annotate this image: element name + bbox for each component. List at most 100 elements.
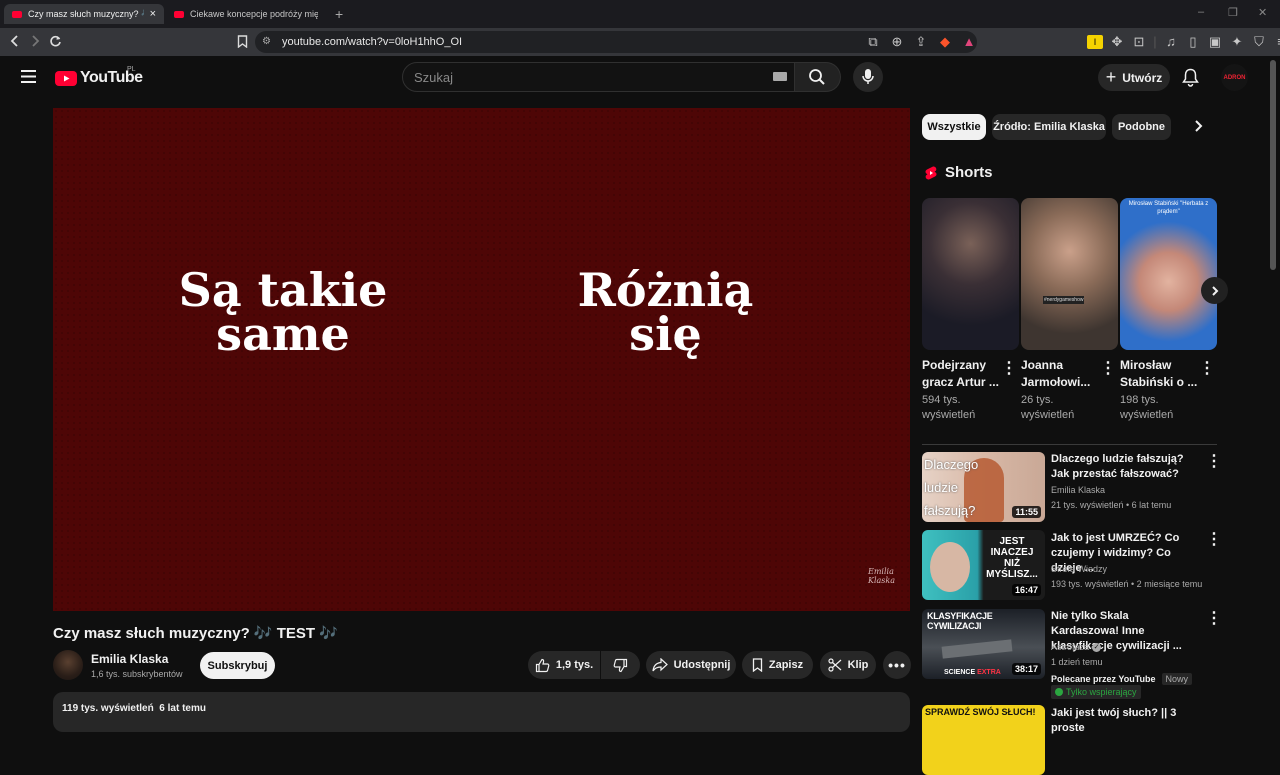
video-more-icon[interactable]: ⋮: [1206, 454, 1222, 470]
media-control-icon[interactable]: ♫: [1163, 35, 1179, 49]
screenshot-icon[interactable]: ⊡: [1131, 35, 1147, 49]
new-tab-button[interactable]: +: [335, 6, 343, 22]
channel-avatar[interactable]: [53, 650, 83, 680]
video-thumbnail[interactable]: SPRAWDŹ SWÓJ SŁUCH!: [922, 705, 1045, 775]
video-title[interactable]: Dlaczego ludzie fałszują? Jak przestać f…: [1051, 452, 1199, 482]
thumbnail-text: JEST INACZEJ NIŻ MYŚLISZ...: [986, 536, 1038, 580]
short-title[interactable]: Podejrzany gracz Artur ...: [922, 357, 1002, 391]
tab-close-icon[interactable]: ×: [150, 8, 156, 20]
menu-icon[interactable]: ≡: [1273, 35, 1280, 49]
video-player[interactable]: Są takie same Różnią się Emilia Klaska: [53, 108, 910, 611]
create-button[interactable]: + Utwórz: [1098, 64, 1170, 91]
short-thumbnail[interactable]: [922, 198, 1019, 350]
video-more-icon[interactable]: ⋮: [1206, 532, 1222, 548]
brave-shield-icon[interactable]: ◆: [937, 35, 953, 49]
region-code: PL: [127, 66, 136, 73]
save-button[interactable]: Zapisz: [742, 651, 813, 679]
video-channel[interactable]: Emilia Klaska: [1051, 485, 1105, 495]
url-actions: ⧉ ⊕ ⇪ ◆ ▲: [865, 35, 977, 49]
chips-next-icon[interactable]: [1191, 118, 1205, 139]
extensions-bar: I ✥ ⊡ | ♫ ▯ ▣ ✦ ⛉ ≡: [1087, 35, 1280, 49]
chip-source[interactable]: Źródło: Emilia Klaska: [992, 114, 1106, 140]
thumbnail-text: Dlaczego ludzie fałszują?: [924, 457, 979, 518]
share-page-icon[interactable]: ⇪: [913, 35, 929, 49]
minimize-button[interactable]: –: [1198, 6, 1204, 18]
brave-rewards-icon[interactable]: ▲: [961, 35, 977, 49]
thumbnail-text: SPRAWDŹ SWÓJ SŁUCH!: [925, 707, 1036, 717]
short-title[interactable]: Joanna Jarmołowi...: [1021, 357, 1101, 391]
verified-icon: ✓: [1092, 642, 1102, 652]
members-label: Tylko wspierający: [1066, 687, 1137, 697]
clip-label: Klip: [847, 659, 869, 671]
search-button[interactable]: [795, 62, 841, 92]
share-label: Udostępnij: [673, 659, 731, 671]
thumbs-down-icon: [613, 658, 628, 672]
short-more-icon[interactable]: ⋮: [1100, 361, 1116, 377]
short-more-icon[interactable]: ⋮: [1001, 361, 1017, 377]
window-close-button[interactable]: ✕: [1258, 6, 1267, 19]
video-title[interactable]: Jaki jest twój słuch? || 3 proste: [1051, 706, 1199, 736]
youtube-play-icon: [55, 70, 77, 86]
tab-active[interactable]: Czy masz słuch muzyczny? 🎶 T ×: [4, 4, 164, 24]
back-icon[interactable]: [7, 35, 23, 50]
search-input[interactable]: [402, 62, 795, 92]
video-more-icon[interactable]: ⋮: [1206, 611, 1222, 627]
video-channel[interactable]: Astrofaza: [1051, 642, 1089, 652]
avatar[interactable]: ADRON: [1221, 64, 1248, 91]
hamburger-menu-icon[interactable]: [21, 70, 36, 88]
short-views: 198 tys. wyświetleń: [1120, 394, 1174, 421]
bookmark-icon[interactable]: [234, 35, 250, 51]
more-actions-button[interactable]: •••: [883, 651, 911, 679]
install-app-icon[interactable]: ⧉: [865, 35, 881, 49]
short-thumbnail[interactable]: Mirosław Stabiński "Herbata z prądem": [1120, 198, 1217, 350]
voice-search-button[interactable]: [853, 62, 883, 92]
chip-all[interactable]: Wszystkie: [922, 114, 986, 140]
reload-icon[interactable]: [47, 35, 63, 51]
leo-ai-icon[interactable]: ✦: [1229, 35, 1245, 49]
thumbs-up-icon: [535, 658, 550, 672]
short-thumbnail[interactable]: #nerdygameshow: [1021, 198, 1118, 350]
more-horizontal-icon: •••: [888, 657, 906, 673]
puzzle-icon[interactable]: ✥: [1109, 35, 1125, 49]
channel-name[interactable]: Emilia Klaska: [91, 652, 168, 666]
video-channel[interactable]: Strefa Wiedzy: [1051, 564, 1107, 574]
search-placeholder: Szukaj: [414, 70, 454, 85]
video-thumbnail[interactable]: KLASYFIKACJE CYWILIZACJI SCIENCE EXTRA 3…: [922, 609, 1045, 679]
sidebar-icon[interactable]: ▯: [1185, 35, 1201, 49]
video-duration: 38:17: [1011, 663, 1041, 675]
video-meta: 21 tys. wyświetleń • 6 lat temu: [1051, 500, 1172, 510]
dislike-button[interactable]: [601, 651, 640, 679]
video-channel-row[interactable]: Astrofaza ✓: [1051, 642, 1102, 652]
chip-similar[interactable]: Podobne: [1112, 114, 1171, 140]
video-thumbnail[interactable]: JEST INACZEJ NIŻ MYŚLISZ... 16:47: [922, 530, 1045, 600]
like-button[interactable]: 1,9 tys.: [528, 651, 600, 679]
video-thumbnail[interactable]: Dlaczego ludzie fałszują? 11:55: [922, 452, 1045, 522]
tab-second[interactable]: Ciekawe koncepcje podróży między: [166, 4, 326, 24]
short-more-icon[interactable]: ⋮: [1199, 361, 1215, 377]
new-badge: Nowy: [1161, 673, 1193, 685]
youtube-favicon-icon: [12, 10, 22, 18]
shorts-next-button[interactable]: [1201, 277, 1228, 304]
extension-icon[interactable]: I: [1087, 35, 1103, 49]
restore-button[interactable]: ❐: [1228, 6, 1238, 19]
url-text[interactable]: youtube.com/watch?v=0loH1hhO_OI: [282, 36, 462, 48]
keyboard-icon[interactable]: [773, 72, 787, 81]
vpn-icon[interactable]: ⛉: [1251, 35, 1267, 49]
wallet-icon[interactable]: ▣: [1207, 35, 1223, 49]
subscribe-button[interactable]: Subskrybuj: [200, 652, 275, 679]
site-settings-icon[interactable]: ⚙: [262, 36, 271, 47]
zoom-icon[interactable]: ⊕: [889, 35, 905, 49]
create-label: Utwórz: [1122, 70, 1163, 85]
forward-icon[interactable]: [27, 35, 43, 50]
notifications-bell-icon[interactable]: [1182, 68, 1199, 92]
thumbnail-ship: [941, 639, 1013, 659]
clip-button[interactable]: Klip: [820, 651, 876, 679]
members-only-badge: Tylko wspierający: [1051, 685, 1141, 699]
share-button[interactable]: Udostępnij: [646, 651, 736, 679]
scrollbar-thumb[interactable]: [1270, 60, 1276, 270]
short-title[interactable]: Mirosław Stabiński o ...: [1120, 357, 1200, 391]
tab-title: Ciekawe koncepcje podróży między: [190, 9, 318, 19]
save-bookmark-icon: [752, 658, 763, 672]
video-meta: 193 tys. wyświetleń • 2 miesiące temu: [1051, 579, 1203, 589]
search-icon: [809, 69, 825, 85]
